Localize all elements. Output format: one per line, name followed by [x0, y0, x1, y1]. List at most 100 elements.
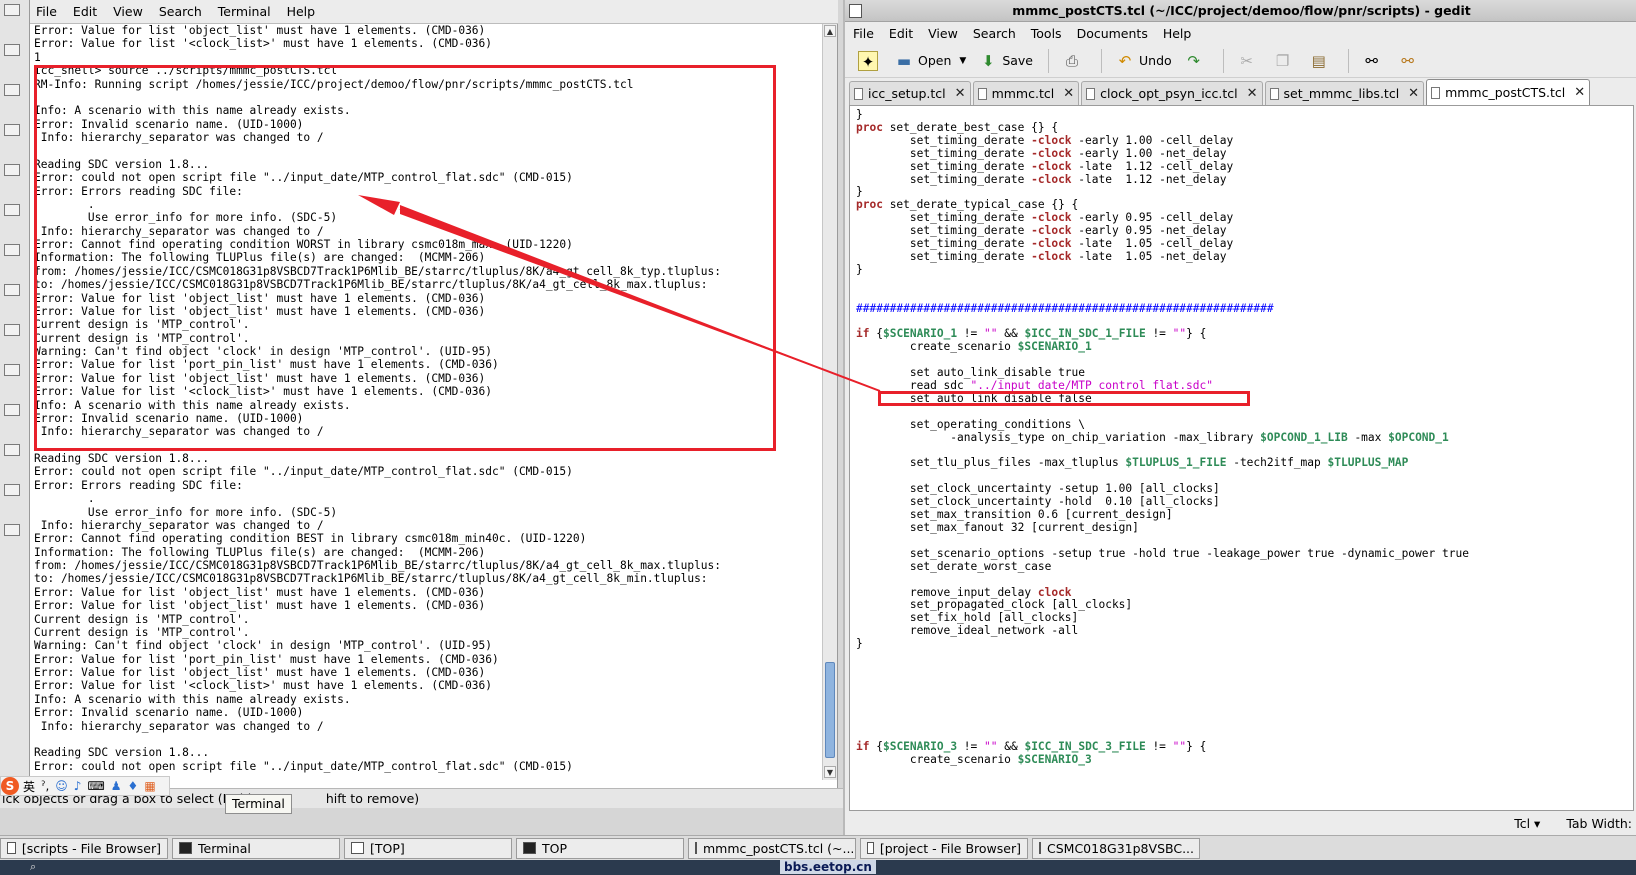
shirt-icon[interactable]: ♦: [128, 779, 139, 793]
code-token: "": [1172, 327, 1187, 341]
taskbar-item-project-browser[interactable]: [project - File Browser]: [860, 837, 1028, 859]
taskbar-item-top[interactable]: TOP: [516, 837, 684, 859]
tool-icon[interactable]: [4, 244, 20, 256]
tab-clock-opt-psyn-icc[interactable]: clock_opt_psyn_icc.tcl ✕: [1081, 81, 1263, 105]
tool-icon[interactable]: [4, 404, 20, 416]
scroll-down-icon[interactable]: ▼: [824, 766, 836, 778]
code-token: {: [869, 327, 883, 341]
menu-help[interactable]: Help: [287, 4, 316, 19]
tool-icon[interactable]: [4, 124, 20, 136]
replace-button[interactable]: ⚯: [1393, 47, 1427, 75]
taskbar-item-terminal[interactable]: Terminal: [172, 837, 340, 859]
emoji-icon[interactable]: ☺: [55, 779, 68, 793]
tab-set-mmmc-libs[interactable]: set_mmmc_libs.tcl ✕: [1264, 81, 1425, 105]
terminal-scrollbar[interactable]: ▲ ▼: [822, 24, 837, 780]
close-icon[interactable]: ✕: [1247, 86, 1258, 101]
code-token: create_scenario: [856, 340, 1018, 354]
close-icon[interactable]: ✕: [1408, 86, 1419, 101]
microphone-icon[interactable]: ♪: [74, 779, 82, 793]
tool-icon[interactable]: [4, 324, 20, 336]
code-text[interactable]: } proc set_derate_best_case {} { set_timi…: [856, 109, 1631, 807]
tool-icon[interactable]: [4, 284, 20, 296]
new-button[interactable]: ✦: [853, 47, 887, 75]
tool-icon[interactable]: [4, 44, 20, 56]
punctuation-icon[interactable]: ˀ,: [41, 779, 49, 793]
task-label: [TOP]: [370, 840, 405, 856]
sogou-logo-icon[interactable]: S: [1, 777, 19, 795]
toolbar-separator: [1048, 48, 1049, 73]
menu-search[interactable]: Search: [159, 4, 202, 19]
redo-button[interactable]: ↷: [1179, 47, 1213, 75]
menu-file[interactable]: File: [36, 4, 57, 19]
open-button[interactable]: ▬ Open ▼: [889, 47, 971, 75]
terminal-line: Current design is 'MTP_control'.: [34, 318, 250, 332]
tab-mmmc-postcts[interactable]: mmmc_postCTS.tcl ✕: [1426, 79, 1591, 105]
tool-icon[interactable]: [4, 84, 20, 96]
tab-label: clock_opt_psyn_icc.tcl: [1100, 86, 1238, 101]
code-token: -clock: [1031, 224, 1072, 238]
code-token: set_scenario_options -setup true -hold t…: [856, 546, 1469, 560]
ime-language[interactable]: 英: [23, 778, 35, 795]
terminal-line: from: /homes/jessie/ICC/CSMC018G31p8VSBC…: [34, 264, 722, 278]
chevron-down-icon[interactable]: ▼: [959, 56, 966, 66]
window-titlebar[interactable]: mmmc_postCTS.tcl (~/ICC/project/demoo/fl…: [845, 0, 1636, 22]
save-button[interactable]: ⬇ Save: [973, 47, 1038, 75]
tab-width-selector[interactable]: Tab Width:: [1566, 816, 1632, 831]
tool-icon[interactable]: [4, 4, 20, 16]
tab-icc-setup[interactable]: icc_setup.tcl ✕: [849, 81, 971, 105]
paste-button[interactable]: ▤: [1304, 47, 1338, 75]
close-icon[interactable]: ✕: [1063, 86, 1074, 101]
undo-button[interactable]: ↶ Undo: [1110, 47, 1177, 75]
code-token: -clock: [1031, 133, 1072, 147]
menu-file[interactable]: File: [853, 26, 874, 41]
menu-help[interactable]: Help: [1163, 26, 1192, 41]
scrollbar-thumb[interactable]: [825, 662, 835, 758]
find-button[interactable]: ⚯: [1357, 47, 1391, 75]
code-token: -late 1.12 -net_delay: [1071, 172, 1227, 186]
code-token: } {: [1186, 740, 1207, 754]
print-button[interactable]: ⎙: [1057, 47, 1091, 75]
cut-button[interactable]: ✂: [1232, 47, 1266, 75]
close-icon[interactable]: ✕: [1574, 85, 1585, 100]
taskbar-item-top-bracket[interactable]: [TOP]: [344, 837, 512, 859]
tab-mmmc[interactable]: mmmc.tcl ✕: [972, 81, 1080, 105]
tool-icon[interactable]: [4, 364, 20, 376]
code-token: set_tlu_plus_files -max_tluplus: [856, 456, 1126, 470]
taskbar-item-scripts-browser[interactable]: [scripts - File Browser]: [0, 837, 168, 859]
menu-edit[interactable]: Edit: [73, 4, 97, 19]
tool-icon[interactable]: [4, 484, 20, 496]
terminal-output[interactable]: Error: Value for list 'object_list' must…: [34, 24, 820, 780]
language-selector[interactable]: Tcl ▾: [1514, 816, 1540, 831]
scroll-up-icon[interactable]: ▲: [824, 25, 836, 37]
menu-documents[interactable]: Documents: [1077, 26, 1148, 41]
copy-button[interactable]: ❐: [1268, 47, 1302, 75]
menu-view[interactable]: View: [113, 4, 143, 19]
tool-icon[interactable]: [4, 524, 20, 536]
terminal-line: Info: hierarchy_separator was changed to…: [34, 131, 324, 144]
folder-icon: [867, 842, 874, 854]
menu-terminal[interactable]: Terminal: [218, 4, 271, 19]
tool-icon[interactable]: [4, 164, 20, 176]
menu-search[interactable]: Search: [973, 26, 1016, 41]
grid-icon[interactable]: ▦: [144, 779, 155, 793]
taskbar-item-csmc[interactable]: CSMC018G31p8VSBC...: [1032, 837, 1200, 859]
search-icon[interactable]: ⌕: [30, 860, 36, 874]
close-icon[interactable]: ✕: [955, 86, 966, 101]
code-token: !=: [957, 327, 985, 341]
menu-view[interactable]: View: [928, 26, 958, 41]
user-icon[interactable]: ♟: [111, 779, 122, 793]
terminal-line: Error: could not open script file "../in…: [34, 465, 573, 479]
code-token: set_max_transition 0.6 [current_design]: [856, 508, 1173, 522]
terminal-icon: [523, 842, 536, 854]
menu-edit[interactable]: Edit: [889, 26, 913, 41]
keyboard-icon[interactable]: ⌨: [87, 779, 104, 793]
tool-icon[interactable]: [4, 444, 20, 456]
menu-tools[interactable]: Tools: [1031, 26, 1062, 41]
editor-area[interactable]: } proc set_derate_best_case {} { set_timi…: [849, 105, 1634, 811]
tool-icon[interactable]: [4, 204, 20, 216]
taskbar-item-gedit[interactable]: mmmc_postCTS.tcl (~...: [688, 837, 856, 859]
terminal-line: Current design is 'MTP_control'.: [34, 612, 250, 626]
code-line: set_max_fanout 32 [current_design]: [856, 521, 1631, 535]
